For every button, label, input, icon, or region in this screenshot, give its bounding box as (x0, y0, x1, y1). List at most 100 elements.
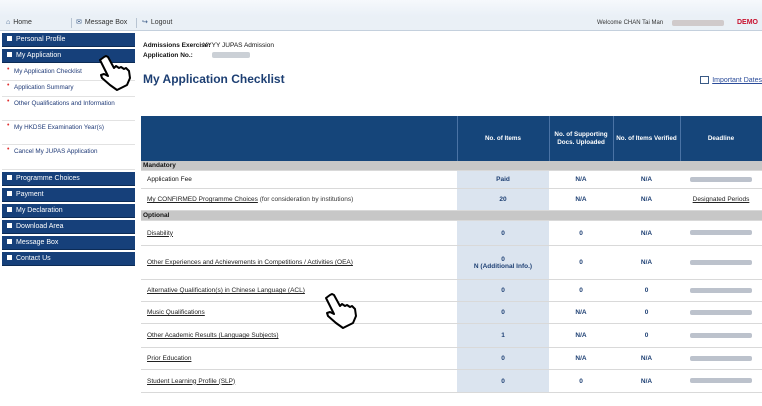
bullet-icon (7, 35, 12, 41)
section-row-mandatory: Mandatory (141, 161, 762, 171)
envelope-icon: ✉ (76, 19, 82, 26)
bullet-icon (7, 174, 12, 180)
sidebar-item-programme-choices[interactable]: Programme Choices (2, 172, 135, 186)
deadline-cell (680, 369, 762, 393)
items-cell: 0 (457, 279, 549, 302)
deadline-cell (680, 347, 762, 370)
sidebar-item-payment[interactable]: Payment (2, 188, 135, 202)
important-dates-link[interactable]: Important Dates (700, 76, 762, 84)
sidebar-subitem-label: Cancel My JUPAS Application (14, 148, 98, 155)
items-cell: 0N (Additional Info.) (457, 245, 549, 280)
row-label: Application Fee (141, 170, 457, 189)
deadline-cell (680, 245, 762, 280)
slp-link[interactable]: Student Learning Profile (SLP) (147, 378, 235, 385)
docs-cell: 0 (549, 220, 613, 246)
verified-cell: 0 (613, 301, 680, 324)
important-dates-label: Important Dates (712, 76, 762, 84)
messagebox-label: Message Box (84, 19, 128, 26)
docs-cell: N/A (549, 301, 613, 324)
items-cell: 0 (457, 301, 549, 324)
table-row: Other Academic Results (Language Subject… (141, 323, 762, 348)
blurred-deadline (690, 378, 752, 384)
nav-divider (71, 18, 72, 28)
bullet-icon (7, 190, 12, 196)
verified-cell: N/A (613, 245, 680, 280)
sidebar-item-label: Download Area (16, 223, 64, 230)
disability-link[interactable]: Disability (147, 230, 173, 237)
admission-label: Admissions Exercise: (143, 42, 211, 49)
calendar-icon (700, 76, 710, 84)
items-cell: 0 (457, 347, 549, 370)
logout-label: Logout (150, 19, 173, 26)
designated-periods-link[interactable]: Designated Periods (693, 196, 750, 203)
table-row: Prior Education 0 N/A N/A (141, 347, 762, 370)
sidebar-subitem-label: My HKDSE Examination Year(s) (14, 124, 104, 131)
bullet-icon (7, 51, 12, 57)
verified-cell: 0 (613, 279, 680, 302)
bullet-icon: • (7, 66, 10, 73)
bullet-icon (7, 254, 12, 260)
table-row: Alternative Qualification(s) in Chinese … (141, 279, 762, 302)
verified-cell: N/A (613, 369, 680, 393)
row-label-cell: Disability (141, 220, 457, 246)
blurred-deadline (690, 230, 752, 236)
table-row: Music Qualifications 0 N/A 0 (141, 301, 762, 324)
sidebar-item-label: Personal Profile (16, 36, 66, 43)
music-qualifications-link[interactable]: Music Qualifications (147, 309, 205, 316)
blurred-deadline (690, 287, 752, 293)
sidebar-item-message-box[interactable]: Message Box (2, 236, 135, 250)
docs-cell: N/A (549, 170, 613, 189)
blurred-deadline (690, 259, 752, 265)
table-row: My CONFIRMED Programme Choices (for cons… (141, 188, 762, 211)
docs-cell: N/A (549, 188, 613, 211)
docs-cell: 0 (549, 279, 613, 302)
oea-link[interactable]: Other Experiences and Achievements in Co… (147, 259, 353, 266)
sidebar-item-label: My Declaration (16, 207, 63, 214)
sidebar-subitem-cancel-application[interactable]: • Cancel My JUPAS Application (2, 145, 135, 170)
row-label-cell: Student Learning Profile (SLP) (141, 369, 457, 393)
section-label: Optional (141, 210, 762, 221)
bullet-icon: • (7, 146, 10, 153)
column-header: Deadline (680, 116, 762, 161)
row-label-cell: My CONFIRMED Programme Choices (for cons… (141, 188, 457, 211)
nav-divider (136, 18, 137, 28)
deadline-cell (680, 220, 762, 246)
sidebar-item-contact-us[interactable]: Contact Us (2, 252, 135, 266)
logout-link[interactable]: ↪ Logout (142, 16, 172, 30)
home-icon: ⌂ (6, 19, 11, 26)
section-label: Mandatory (141, 161, 762, 171)
sidebar-subitem-hkdse-years[interactable]: • My HKDSE Examination Year(s) (2, 121, 135, 145)
sidebar-item-personal-profile[interactable]: Personal Profile (2, 33, 135, 47)
bullet-icon (7, 206, 12, 212)
sidebar-item-my-declaration[interactable]: My Declaration (2, 204, 135, 218)
table-row: Application Fee Paid N/A N/A (141, 170, 762, 189)
row-label-cell: Prior Education (141, 347, 457, 370)
sidebar-item-label: My Application (16, 52, 62, 59)
items-additional-info: N (Additional Info.) (473, 262, 533, 270)
bullet-icon (7, 222, 12, 228)
sidebar-subitem-other-qualifications[interactable]: • Other Qualifications and Information (2, 97, 135, 121)
sidebar-item-download-area[interactable]: Download Area (2, 220, 135, 234)
sidebar-item-label: Contact Us (16, 255, 51, 262)
table-row: Student Learning Profile (SLP) 0 0 N/A (141, 369, 762, 393)
messagebox-link[interactable]: ✉ Message Box (76, 16, 127, 30)
blurred-date (672, 20, 724, 26)
verified-cell: N/A (613, 347, 680, 370)
items-count: 0 (501, 255, 505, 263)
page-title: My Application Checklist (143, 72, 285, 86)
docs-cell: N/A (549, 323, 613, 348)
blurred-deadline (690, 332, 752, 338)
items-cell: 0 (457, 369, 549, 393)
row-label-cell: Other Experiences and Achievements in Co… (141, 245, 457, 280)
items-cell: 1 (457, 323, 549, 348)
row-label-cell: Music Qualifications (141, 301, 457, 324)
items-cell: Paid (457, 170, 549, 189)
column-header: No. of Items (457, 116, 550, 161)
home-link[interactable]: ⌂ Home (6, 16, 32, 30)
acl-link[interactable]: Alternative Qualification(s) in Chinese … (147, 287, 305, 294)
bullet-icon (7, 238, 12, 244)
confirmed-choices-link[interactable]: My CONFIRMED Programme Choices (147, 196, 258, 203)
other-academic-results-link[interactable]: Other Academic Results (Language Subject… (147, 332, 279, 339)
deadline-cell (680, 301, 762, 324)
prior-education-link[interactable]: Prior Education (147, 355, 191, 362)
